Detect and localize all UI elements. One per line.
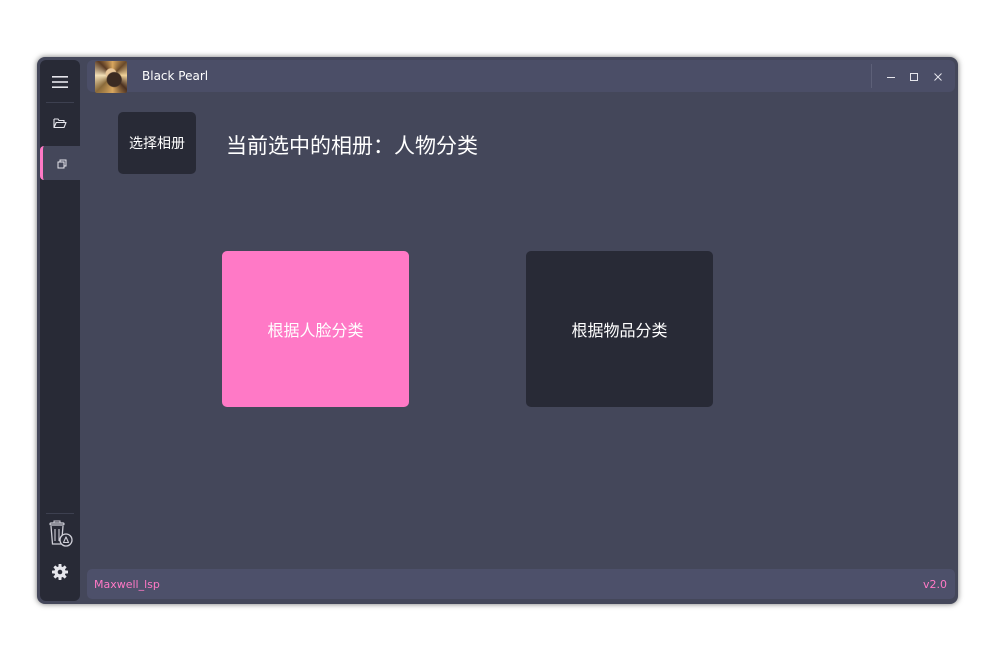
toggle-menu-button[interactable] — [40, 66, 80, 100]
gear-icon — [52, 564, 68, 584]
copy-pages-icon — [57, 154, 67, 173]
classify-page-button[interactable] — [40, 146, 80, 180]
title-bar[interactable]: Black Pearl — [87, 60, 955, 93]
version-label: v2.0 — [922, 578, 947, 591]
hamburger-menu-icon — [52, 74, 68, 93]
menu-separator — [46, 102, 74, 103]
app-window: Black Pearl 选择相册 当前选中的相册：人物分类 根据人脸分类 根据物… — [37, 57, 958, 604]
close-button[interactable] — [928, 66, 948, 86]
menu-separator — [46, 513, 74, 514]
classify-by-object-button[interactable]: 根据物品分类 — [526, 251, 713, 407]
recycle-bin-button[interactable] — [40, 519, 80, 553]
maximize-icon — [909, 67, 919, 86]
classify-by-face-button[interactable]: 根据人脸分类 — [222, 251, 409, 407]
minimize-icon — [886, 67, 896, 86]
select-album-button[interactable]: 选择相册 — [118, 112, 196, 174]
status-bar: Maxwell_lsp v2.0 — [87, 569, 955, 599]
app-title: Black Pearl — [142, 69, 209, 83]
maximize-button[interactable] — [904, 66, 924, 86]
open-folder-button[interactable] — [40, 106, 80, 140]
app-logo — [95, 61, 127, 93]
credits-label: Maxwell_lsp — [94, 578, 160, 591]
minimize-button[interactable] — [881, 66, 901, 86]
close-icon — [933, 67, 943, 86]
settings-button[interactable] — [40, 557, 80, 591]
trash-restore-icon — [47, 520, 73, 552]
title-divider — [871, 64, 872, 88]
folder-open-icon — [53, 114, 67, 133]
current-album-label: 当前选中的相册：人物分类 — [226, 134, 478, 158]
left-menu — [40, 60, 80, 601]
